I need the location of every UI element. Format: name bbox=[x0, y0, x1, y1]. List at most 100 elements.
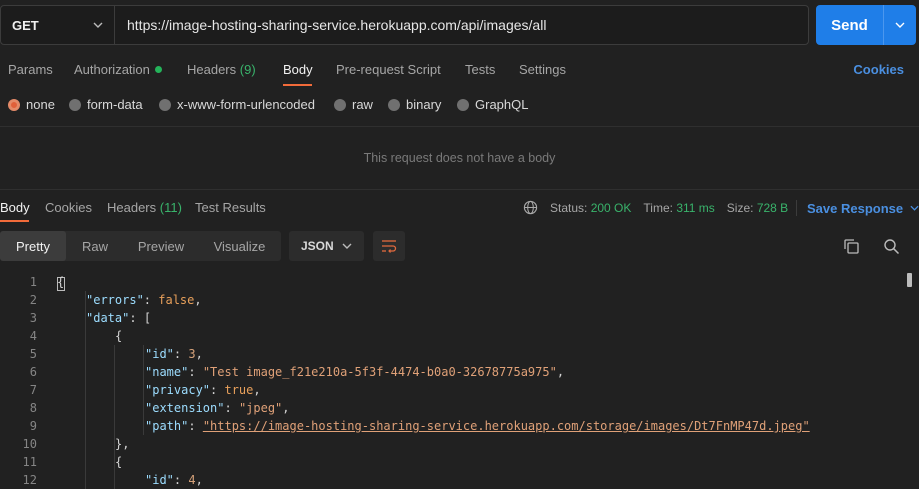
view-raw-button[interactable]: Raw bbox=[66, 231, 124, 261]
save-response-label: Save Response bbox=[807, 200, 904, 216]
json-url-link[interactable]: "https://image-hosting-sharing-service.h… bbox=[203, 419, 810, 433]
line-number: 11 bbox=[22, 455, 37, 469]
view-preview-button[interactable]: Preview bbox=[124, 231, 198, 261]
json-key: "data" bbox=[86, 311, 130, 325]
radio-none[interactable]: none bbox=[8, 97, 55, 112]
json-value: "jpeg" bbox=[238, 401, 283, 415]
code-line: 4{ bbox=[0, 327, 908, 345]
response-tab-headers-label: Headers bbox=[107, 200, 157, 215]
send-button[interactable]: Send bbox=[816, 5, 883, 45]
json-key: "id" bbox=[145, 347, 174, 361]
chevron-down-icon bbox=[895, 22, 905, 28]
status-value[interactable]: 200 OK bbox=[591, 201, 632, 215]
format-select[interactable]: JSON bbox=[289, 231, 364, 261]
json-bracket: [ bbox=[143, 311, 152, 325]
json-value: 3 bbox=[188, 347, 196, 361]
chevron-down-icon bbox=[93, 22, 103, 28]
radio-graphql[interactable]: GraphQL bbox=[457, 97, 528, 112]
code-text: "privacy": true, bbox=[145, 383, 261, 397]
response-tab-headers[interactable]: Headers (11) bbox=[107, 200, 182, 215]
format-label: JSON bbox=[301, 239, 334, 253]
tab-authorization[interactable]: Authorization bbox=[74, 62, 162, 77]
request-url-bar: GET https://image-hosting-sharing-servic… bbox=[0, 5, 809, 45]
response-tab-body[interactable]: Body bbox=[0, 200, 30, 215]
send-button-group: Send bbox=[816, 5, 916, 45]
chevron-down-icon bbox=[342, 243, 352, 249]
line-number: 10 bbox=[22, 437, 37, 451]
code-line: 12 "id": 4, bbox=[0, 471, 908, 489]
json-key: "path" bbox=[145, 419, 189, 433]
json-key: "extension" bbox=[145, 401, 225, 415]
radio-urlencoded[interactable]: x-www-form-urlencoded bbox=[159, 97, 315, 112]
radio-icon bbox=[69, 98, 81, 111]
json-key: "name" bbox=[145, 365, 189, 379]
size-label: Size: bbox=[726, 200, 754, 215]
code-text: "data": [ bbox=[86, 311, 152, 325]
tab-pre-request-script[interactable]: Pre-request Script bbox=[336, 62, 441, 77]
headers-count: (9) bbox=[239, 62, 256, 77]
json-value: "Test image_f21e210a-5f3f-4474-b0a0-3267… bbox=[202, 365, 557, 379]
time-value[interactable]: 311 ms bbox=[676, 201, 714, 215]
active-response-tab-indicator bbox=[0, 220, 29, 222]
response-body-code[interactable]: 1{ 2 "errors": false, 3 "data": [ 4{ 5 "id"… bbox=[0, 273, 908, 489]
active-tab-indicator bbox=[283, 84, 312, 86]
line-number: 4 bbox=[29, 329, 37, 343]
line-number: 6 bbox=[29, 365, 37, 379]
code-text: "id": 4, bbox=[145, 473, 203, 487]
method-label: GET bbox=[12, 17, 39, 33]
radio-icon bbox=[457, 98, 469, 111]
view-visualize-button[interactable]: Visualize bbox=[198, 231, 281, 261]
line-number: 9 bbox=[29, 419, 37, 433]
time-label: Time: bbox=[643, 200, 673, 215]
radio-icon bbox=[388, 98, 400, 111]
save-response-button[interactable]: Save Response bbox=[796, 200, 919, 216]
view-pretty-button[interactable]: Pretty bbox=[0, 231, 66, 261]
tab-settings[interactable]: Settings bbox=[519, 62, 566, 77]
view-mode-group: Pretty Raw Preview Visualize bbox=[0, 231, 281, 261]
code-text: "errors": false, bbox=[86, 293, 202, 307]
radio-icon bbox=[334, 98, 346, 111]
radio-none-label: none bbox=[26, 97, 55, 112]
tab-params[interactable]: Params bbox=[8, 62, 53, 77]
line-number: 7 bbox=[29, 383, 37, 397]
url-input[interactable]: https://image-hosting-sharing-service.he… bbox=[115, 6, 808, 44]
code-text: "extension": "jpeg", bbox=[145, 401, 290, 415]
response-tab-test-results[interactable]: Test Results bbox=[195, 200, 266, 215]
code-text: "name": "Test image_f21e210a-5f3f-4474-b… bbox=[145, 365, 565, 379]
radio-binary[interactable]: binary bbox=[388, 97, 441, 112]
tab-tests[interactable]: Tests bbox=[465, 62, 495, 77]
radio-urlencoded-label: x-www-form-urlencoded bbox=[177, 97, 315, 112]
response-tab-cookies[interactable]: Cookies bbox=[45, 200, 92, 215]
json-key: "privacy" bbox=[145, 383, 211, 397]
radio-binary-label: binary bbox=[406, 97, 442, 112]
send-options-button[interactable] bbox=[883, 5, 916, 45]
code-line: 9 "path": "https://image-hosting-sharing-… bbox=[0, 417, 908, 435]
line-number: 12 bbox=[22, 473, 37, 487]
radio-selected-icon bbox=[8, 98, 20, 111]
tab-headers-label: Headers bbox=[187, 62, 237, 77]
radio-raw[interactable]: raw bbox=[334, 97, 373, 112]
radio-form-data[interactable]: form-data bbox=[69, 97, 143, 112]
line-number: 1 bbox=[29, 275, 37, 289]
request-tabs: Params Authorization Headers (9) Body Pr… bbox=[0, 56, 919, 86]
code-line: 7 "privacy": true, bbox=[0, 381, 908, 399]
line-number: 2 bbox=[29, 293, 37, 307]
body-type-options: none form-data x-www-form-urlencoded raw… bbox=[0, 97, 700, 113]
method-select[interactable]: GET bbox=[1, 6, 115, 44]
search-icon[interactable] bbox=[883, 238, 900, 255]
code-text: { bbox=[115, 329, 123, 343]
json-key: "errors" bbox=[86, 293, 144, 307]
code-line: 1{ bbox=[0, 273, 908, 291]
radio-icon bbox=[159, 98, 171, 111]
wrap-lines-button[interactable] bbox=[373, 231, 405, 261]
response-headers-count: (11) bbox=[159, 200, 182, 215]
copy-icon[interactable] bbox=[843, 238, 860, 255]
globe-icon[interactable] bbox=[523, 200, 538, 215]
tab-headers[interactable]: Headers (9) bbox=[187, 62, 256, 77]
cookies-link[interactable]: Cookies bbox=[853, 62, 904, 77]
tab-body[interactable]: Body bbox=[283, 62, 313, 77]
code-line: 5 "id": 3, bbox=[0, 345, 908, 363]
tab-authorization-label: Authorization bbox=[74, 62, 150, 77]
line-number: 5 bbox=[29, 347, 37, 361]
size-value[interactable]: 728 B bbox=[757, 201, 788, 215]
